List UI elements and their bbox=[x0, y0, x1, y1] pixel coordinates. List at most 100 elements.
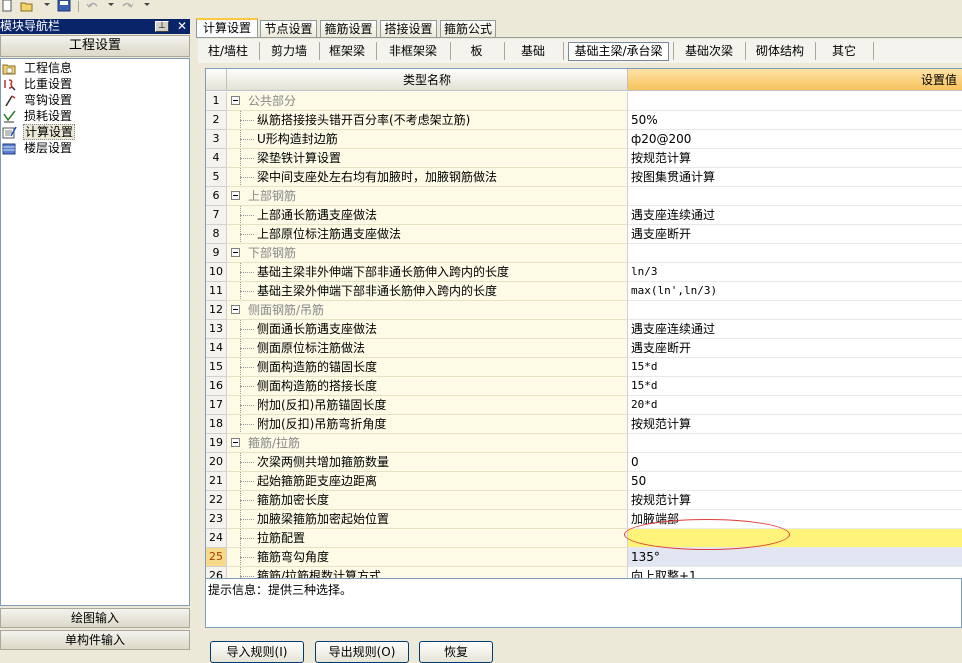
collapse-icon[interactable] bbox=[231, 248, 240, 257]
table-row[interactable]: 23 加腋梁箍筋加密起始位置 加腋端部 bbox=[206, 510, 962, 529]
drawing-input-button[interactable]: 绘图输入 bbox=[0, 608, 190, 628]
table-row[interactable]: 14 侧面原位标注筋做法 遇支座断开 bbox=[206, 339, 962, 358]
table-row[interactable]: 18 附加(反扣)吊筋弯折角度 按规范计算 bbox=[206, 415, 962, 434]
table-row[interactable]: 24 拉筋配置 bbox=[206, 529, 962, 548]
save-icon[interactable] bbox=[57, 0, 71, 12]
setting-value-cell[interactable]: 遇支座连续通过 bbox=[628, 206, 962, 225]
setting-value-cell[interactable]: 遇支座断开 bbox=[628, 339, 962, 358]
type-name-label: 公共部分 bbox=[248, 94, 297, 108]
table-row[interactable]: 10 基础主梁非外伸端下部非通长筋伸入跨内的长度 ln/3 bbox=[206, 263, 962, 282]
subtab-foundation[interactable]: 基础 bbox=[509, 42, 557, 61]
subtab-foundation-main-beam[interactable]: 基础主梁/承台梁 bbox=[568, 42, 669, 61]
setting-value-cell[interactable]: 遇支座断开 bbox=[628, 225, 962, 244]
tree-item-label: 损耗设置 bbox=[24, 109, 73, 123]
single-component-input-button[interactable]: 单构件输入 bbox=[0, 630, 190, 650]
type-name-label: 箍筋加密长度 bbox=[257, 493, 330, 507]
table-row[interactable]: 22 箍筋加密长度 按规范计算 bbox=[206, 491, 962, 510]
table-row[interactable]: 15 侧面构造筋的锚固长度 15*d bbox=[206, 358, 962, 377]
loss-icon bbox=[3, 110, 16, 123]
tab-node-settings[interactable]: 节点设置 bbox=[260, 20, 317, 37]
setting-value-cell[interactable]: 135° bbox=[628, 548, 962, 567]
subtab-separator bbox=[815, 42, 816, 60]
setting-value-cell[interactable]: 按规范计算 bbox=[628, 491, 962, 510]
group-row[interactable]: 6 上部钢筋 bbox=[206, 187, 962, 206]
table-row[interactable]: 3 U形构造封边筋 ф20@200 bbox=[206, 130, 962, 149]
table-row[interactable]: 8 上部原位标注筋遇支座做法 遇支座断开 bbox=[206, 225, 962, 244]
export-rules-button[interactable]: 导出规则(O) bbox=[315, 641, 409, 663]
row-number: 5 bbox=[206, 168, 227, 187]
subtab-non-frame-beam[interactable]: 非框架梁 bbox=[380, 42, 446, 61]
subtab-foundation-secondary-beam[interactable]: 基础次梁 bbox=[677, 42, 741, 61]
setting-value-cell[interactable]: 按规范计算 bbox=[628, 149, 962, 168]
table-row[interactable]: 4 梁垫铁计算设置 按规范计算 bbox=[206, 149, 962, 168]
import-rules-button[interactable]: 导入规则(I) bbox=[210, 641, 304, 663]
close-icon[interactable]: ✕ bbox=[175, 20, 189, 33]
group-row[interactable]: 1 公共部分 bbox=[206, 92, 962, 111]
setting-value-cell[interactable]: max(ln',ln/3) bbox=[628, 282, 962, 301]
setting-value-cell[interactable] bbox=[628, 187, 962, 206]
subtab-shear-wall[interactable]: 剪力墙 bbox=[262, 42, 316, 61]
setting-value-cell[interactable]: ln/3 bbox=[628, 263, 962, 282]
project-settings-header[interactable]: 工程设置 bbox=[0, 35, 190, 57]
subtab-column[interactable]: 柱/墙柱 bbox=[200, 42, 256, 61]
setting-value-cell[interactable]: 按图集贯通计算 bbox=[628, 168, 962, 187]
tab-stirrup-formula[interactable]: 箍筋公式 bbox=[440, 20, 496, 37]
setting-value-cell[interactable]: 15*d bbox=[628, 377, 962, 396]
row-number: 3 bbox=[206, 130, 227, 149]
group-row[interactable]: 9 下部钢筋 bbox=[206, 244, 962, 263]
tab-calc-settings[interactable]: 计算设置 bbox=[196, 18, 258, 38]
undo-icon[interactable] bbox=[86, 0, 100, 12]
table-row[interactable]: 20 次梁两侧共增加箍筋数量 0 bbox=[206, 453, 962, 472]
setting-value-cell[interactable] bbox=[628, 92, 962, 111]
setting-value-cell[interactable] bbox=[628, 434, 962, 453]
table-row[interactable]: 2 纵筋搭接接头错开百分率(不考虑架立筋) 50% bbox=[206, 111, 962, 130]
row-number: 8 bbox=[206, 225, 227, 244]
setting-value-cell[interactable]: ф20@200 bbox=[628, 130, 962, 149]
tab-stirrup-settings[interactable]: 箍筋设置 bbox=[320, 20, 377, 37]
setting-value-cell[interactable]: 15*d bbox=[628, 358, 962, 377]
setting-value-cell[interactable]: 遇支座连续通过 bbox=[628, 320, 962, 339]
collapse-icon[interactable] bbox=[231, 191, 240, 200]
setting-value-cell[interactable] bbox=[628, 244, 962, 263]
setting-value-cell[interactable]: 0 bbox=[628, 453, 962, 472]
table-row[interactable]: 25 箍筋弯勾角度 135° bbox=[206, 548, 962, 567]
main-toolbar bbox=[0, 0, 962, 14]
collapse-icon[interactable] bbox=[231, 96, 240, 105]
row-number: 2 bbox=[206, 111, 227, 130]
collapse-icon[interactable] bbox=[231, 438, 240, 447]
restore-button[interactable]: 恢复 bbox=[419, 641, 493, 663]
row-number: 1 bbox=[206, 92, 227, 111]
table-row[interactable]: 7 上部通长筋遇支座做法 遇支座连续通过 bbox=[206, 206, 962, 225]
collapse-icon[interactable] bbox=[231, 305, 240, 314]
setting-value-cell[interactable]: 50 bbox=[628, 472, 962, 491]
undo-dropdown-icon[interactable] bbox=[108, 3, 114, 6]
setting-value-cell[interactable]: 50% bbox=[628, 111, 962, 130]
new-file-icon[interactable] bbox=[0, 0, 14, 12]
open-folder-icon[interactable] bbox=[20, 0, 34, 12]
redo-icon[interactable] bbox=[120, 0, 134, 12]
tab-lap-settings[interactable]: 搭接设置 bbox=[380, 20, 437, 37]
setting-value-cell[interactable]: 按规范计算 bbox=[628, 415, 962, 434]
table-row[interactable]: 21 起始箍筋距支座边距离 50 bbox=[206, 472, 962, 491]
group-row[interactable]: 12 侧面钢筋/吊筋 bbox=[206, 301, 962, 320]
table-row[interactable]: 11 基础主梁外伸端下部非通长筋伸入跨内的长度 max(ln',ln/3) bbox=[206, 282, 962, 301]
subtab-frame-beam[interactable]: 框架梁 bbox=[322, 42, 372, 61]
subtab-other[interactable]: 其它 bbox=[819, 42, 869, 61]
table-row[interactable]: 16 侧面构造筋的搭接长度 15*d bbox=[206, 377, 962, 396]
subtab-slab[interactable]: 板 bbox=[454, 42, 499, 61]
setting-value-cell[interactable]: 20*d bbox=[628, 396, 962, 415]
setting-value-cell[interactable] bbox=[628, 529, 962, 548]
pin-icon[interactable]: ⊥ bbox=[155, 21, 169, 32]
setting-value-cell[interactable] bbox=[628, 301, 962, 320]
row-number: 6 bbox=[206, 187, 227, 206]
redo-dropdown-icon[interactable] bbox=[144, 3, 150, 6]
subtab-masonry[interactable]: 砌体结构 bbox=[749, 42, 811, 61]
table-row[interactable]: 5 梁中间支座处左右均有加腋时，加腋钢筋做法 按图集贯通计算 bbox=[206, 168, 962, 187]
row-number: 19 bbox=[206, 434, 227, 453]
setting-value-cell[interactable]: 加腋端部 bbox=[628, 510, 962, 529]
table-row[interactable]: 17 附加(反扣)吊筋锚固长度 20*d bbox=[206, 396, 962, 415]
table-row[interactable]: 13 侧面通长筋遇支座做法 遇支座连续通过 bbox=[206, 320, 962, 339]
group-row[interactable]: 19 箍筋/拉筋 bbox=[206, 434, 962, 453]
open-dropdown-icon[interactable] bbox=[44, 3, 50, 6]
row-number: 18 bbox=[206, 415, 227, 434]
